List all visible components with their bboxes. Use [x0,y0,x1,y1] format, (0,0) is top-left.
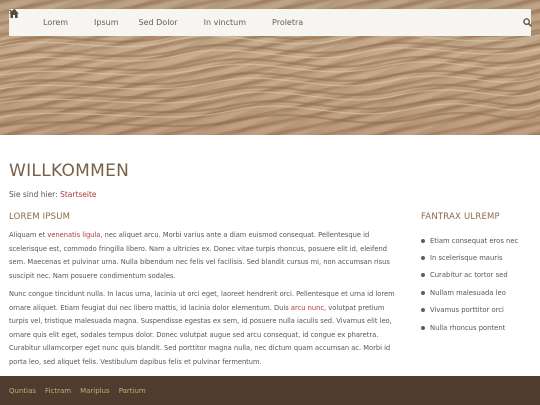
list-item[interactable]: Curabitur ac tortor sed [421,267,531,284]
list-item[interactable]: Vivamus porttitor orci [421,302,531,319]
nav-item-label: Lorem [43,18,69,27]
footer-link[interactable]: Fictram [45,387,71,395]
nav-item-proletra[interactable]: Proletra [262,9,313,36]
breadcrumb: Sie sind hier: Startseite [9,190,97,199]
paragraph-text: Aliquam et [9,231,48,239]
sidebar-list: Etiam consequat eros nec In scelerisque … [421,232,531,336]
nav-item-label: In vinctum [203,18,247,27]
footer: Quntias Fictram Mariplus Partium [0,376,540,405]
bullet-icon [421,238,425,243]
hero-image: Lorem Ipsum Sed Dolor In vinctum Proletr… [0,0,540,135]
main-content: LOREM IPSUM Aliquam et venenatis ligula,… [9,212,404,374]
bullet-icon [421,308,425,313]
bullet-icon [421,256,425,261]
nav-item-lorem[interactable]: Lorem [9,9,84,36]
paragraph-text: , volutpat pretium turpis vel, tristique… [9,303,392,366]
nav-item-label: Sed Dolor [138,18,178,27]
inline-link[interactable]: arcu nunc [291,304,324,312]
main-paragraph-2: Nunc congue tincidunt nulla. In lacus ur… [9,288,404,369]
nav-item-ipsum[interactable]: Ipsum [84,9,128,36]
main-paragraph-1: Aliquam et venenatis ligula, nec aliquet… [9,229,404,283]
list-item[interactable]: In scelerisque mauris [421,249,531,266]
footer-link[interactable]: Quntias [9,387,36,395]
search-icon [523,18,532,27]
main-heading: LOREM IPSUM [9,212,71,222]
list-item-label: Nullam malesuada leo [430,288,506,297]
list-item[interactable]: Etiam consequat eros nec [421,232,531,249]
bullet-icon [421,273,425,278]
page-title: WILLKOMMEN [9,161,130,181]
sidebar-heading: FANTRAX ULREMP [421,212,500,222]
breadcrumb-prefix: Sie sind hier: [9,190,58,199]
nav-item-label: Proletra [272,18,304,27]
list-item-label: Nulla rhoncus pontent [430,323,506,332]
footer-link[interactable]: Mariplus [80,387,110,395]
sidebar: FANTRAX ULREMP Etiam consequat eros nec … [421,212,531,336]
nav-item-sed-dolor[interactable]: Sed Dolor [9,9,194,36]
list-item-label: Vivamus porttitor orci [430,306,504,315]
main-navbar: Lorem Ipsum Sed Dolor In vinctum Proletr… [9,9,532,36]
list-item[interactable]: Nullam malesuada leo [421,284,531,301]
list-item[interactable]: Nulla rhoncus pontent [421,319,531,336]
list-item-label: In scelerisque mauris [430,254,503,263]
nav-item-label: Ipsum [94,18,119,27]
inline-link[interactable]: venenatis ligula [47,231,100,239]
bullet-icon [421,290,425,295]
nav-item-in-vinctum[interactable]: In vinctum [9,9,262,36]
breadcrumb-link-home[interactable]: Startseite [60,190,96,199]
list-item-label: Etiam consequat eros nec [430,236,519,245]
bullet-icon [421,325,425,330]
footer-link[interactable]: Partium [119,387,146,395]
list-item-label: Curabitur ac tortor sed [430,271,508,280]
